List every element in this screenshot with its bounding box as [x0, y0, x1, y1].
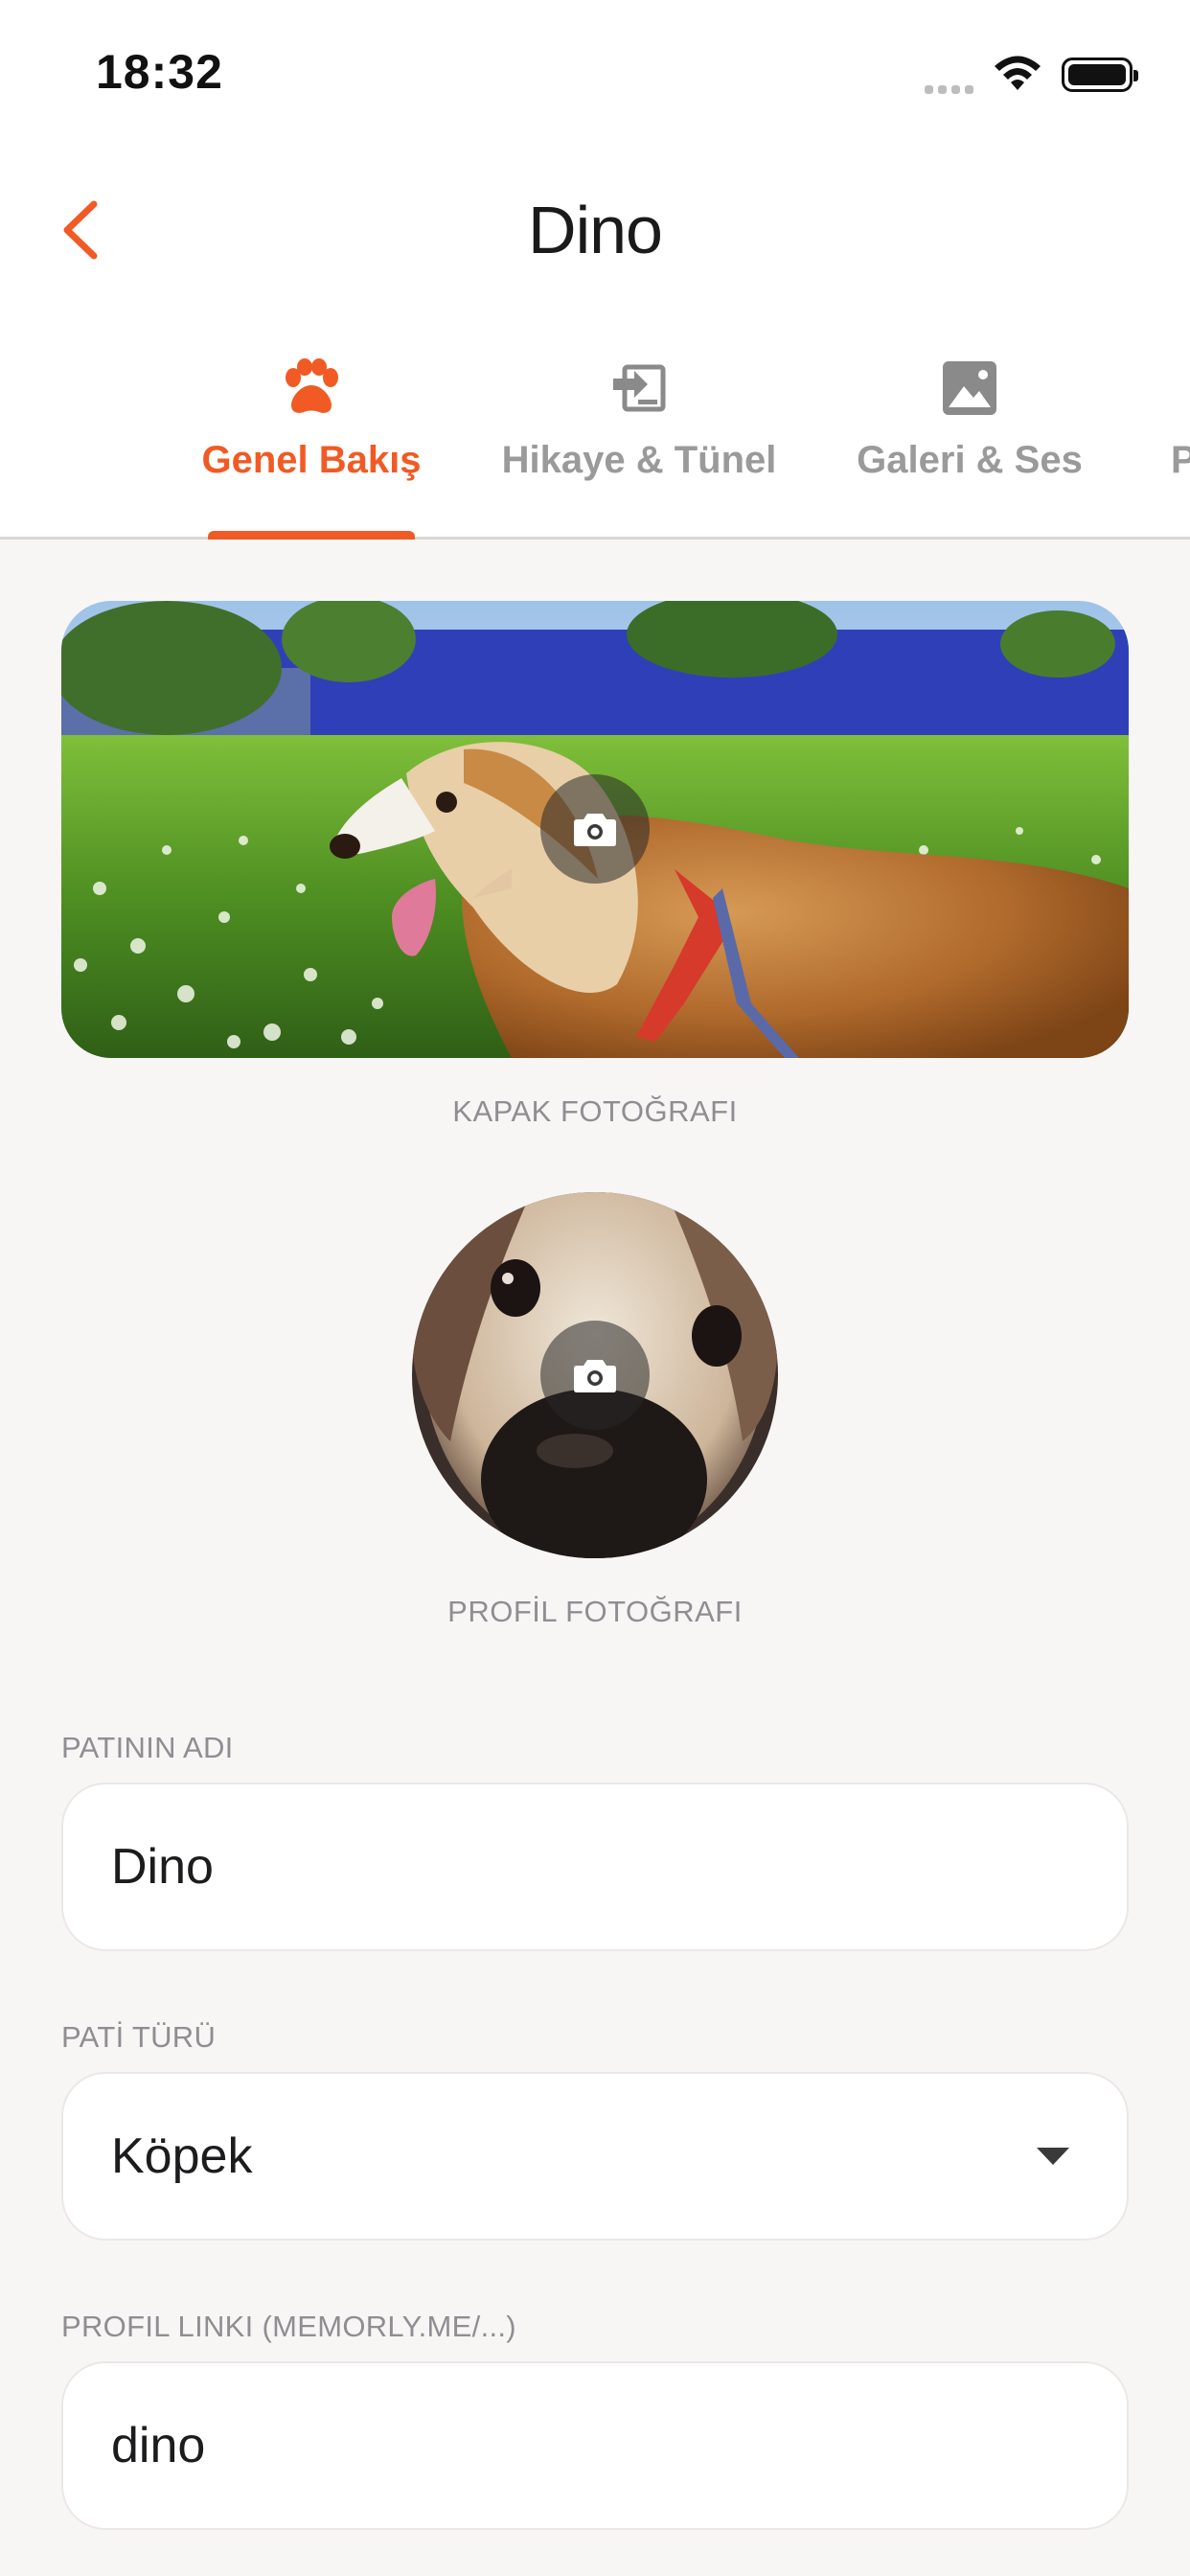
profile-photo[interactable]: [412, 1192, 778, 1558]
battery-icon: [1062, 58, 1138, 92]
top-bar: 18:32 Dino Genel Bakış Hikaye & Tünel Ga…: [0, 0, 1190, 540]
tab-bar: Genel Bakış Hikaye & Tünel Galeri & Ses …: [0, 355, 1190, 540]
pet-type-select[interactable]: Köpek: [61, 2072, 1129, 2241]
story-icon: [613, 364, 666, 412]
wifi-icon: [995, 56, 1041, 90]
tab-overview[interactable]: Genel Bakış: [196, 355, 426, 540]
cover-photo-caption: KAPAK FOTOĞRAFI: [452, 1094, 738, 1128]
status-icons: [925, 54, 1138, 96]
caret-down-icon: [1037, 2148, 1069, 2165]
camera-icon: [574, 1360, 616, 1392]
cover-photo[interactable]: [61, 601, 1129, 1058]
paw-icon: [286, 358, 338, 413]
tab-gallery-audio-label: Galeri & Ses: [857, 439, 1083, 481]
tab-overview-label: Genel Bakış: [201, 439, 422, 481]
tab-story-tunnel-label: Hikaye & Tünel: [501, 439, 777, 481]
pet-type-value: Köpek: [111, 2128, 253, 2184]
active-tab-indicator: [208, 531, 415, 540]
profile-link-label: PROFIL LINKI (MEMORLY.ME/...): [61, 2310, 516, 2343]
pet-name-label: PATININ ADI: [61, 1731, 234, 1764]
profile-link-value: dino: [111, 2418, 206, 2473]
change-cover-photo-button[interactable]: [540, 774, 650, 884]
change-profile-photo-button[interactable]: [540, 1321, 650, 1430]
cellular-signal-icon: [925, 56, 973, 94]
profile-link-input[interactable]: dino: [61, 2361, 1129, 2530]
status-time: 18:32: [96, 45, 223, 99]
pet-type-label: PATİ TÜRÜ: [61, 2020, 217, 2054]
camera-icon: [574, 814, 616, 846]
pet-name-value: Dino: [111, 1839, 214, 1895]
pet-name-input[interactable]: Dino: [61, 1782, 1129, 1951]
tab-story-tunnel[interactable]: Hikaye & Tünel: [502, 355, 776, 540]
profile-photo-caption: PROFİL FOTOĞRAFI: [447, 1595, 743, 1628]
gallery-icon: [943, 361, 996, 415]
tab-gallery-audio[interactable]: Galeri & Ses: [855, 355, 1085, 540]
tab-more[interactable]: P: [1171, 355, 1190, 540]
tab-more-label: P: [1171, 439, 1190, 481]
page-title: Dino: [528, 193, 663, 267]
